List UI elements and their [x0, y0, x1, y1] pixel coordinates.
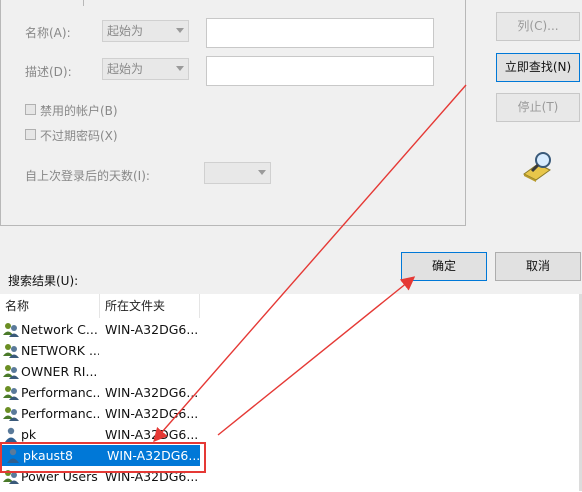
arrow-to-ok: [217, 276, 416, 436]
annotation-arrows: [153, 84, 467, 443]
arrow-to-row: [153, 84, 467, 443]
